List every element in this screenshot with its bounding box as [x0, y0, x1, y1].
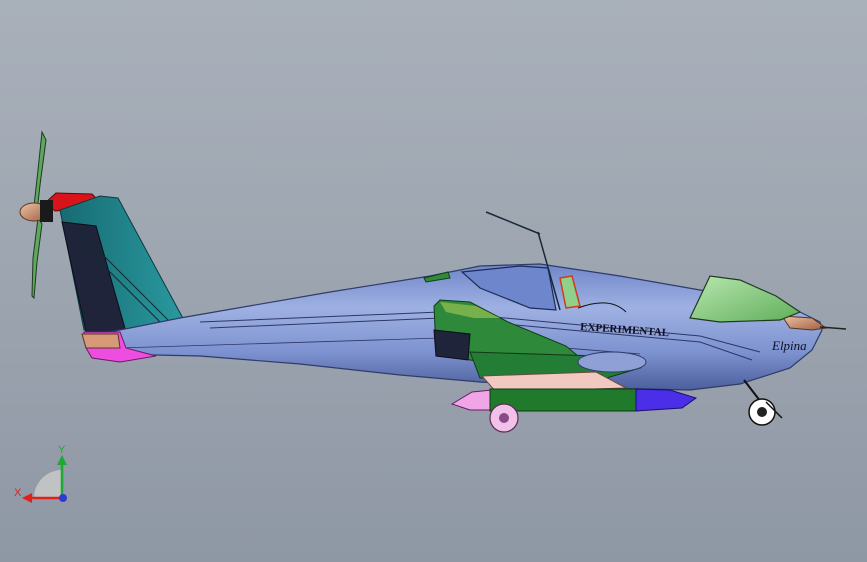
canopy-strut	[485, 211, 541, 235]
tail-cone	[81, 333, 121, 349]
front-canopy[interactable]	[689, 275, 802, 323]
nose-gear[interactable]	[743, 379, 783, 426]
fuselage-script: Elpina	[771, 338, 807, 353]
nose-wheel-hub	[757, 407, 767, 417]
nacelle	[577, 351, 647, 373]
triad-y-label: Y	[58, 444, 66, 456]
triad-y-arrow	[57, 455, 67, 465]
wing-dark-panel	[433, 329, 471, 361]
engine-mount	[40, 200, 53, 222]
triad-z-axis	[59, 494, 67, 502]
triad-x-arrow	[22, 493, 32, 503]
pontoon-nose-pink	[450, 389, 493, 411]
model-viewport[interactable]: EXPERIMENTAL Elpina X Y	[0, 0, 867, 562]
triad-x-label: X	[14, 487, 22, 499]
triad-quadrant	[34, 470, 62, 498]
propeller-blade-lower	[31, 216, 43, 300]
pontoon-tail-blue	[635, 388, 698, 412]
float-pontoon[interactable]	[450, 388, 698, 433]
vertical-tail[interactable]	[59, 195, 187, 333]
axis-triad[interactable]: X Y	[14, 444, 67, 503]
main-wheel-hub	[499, 413, 509, 423]
